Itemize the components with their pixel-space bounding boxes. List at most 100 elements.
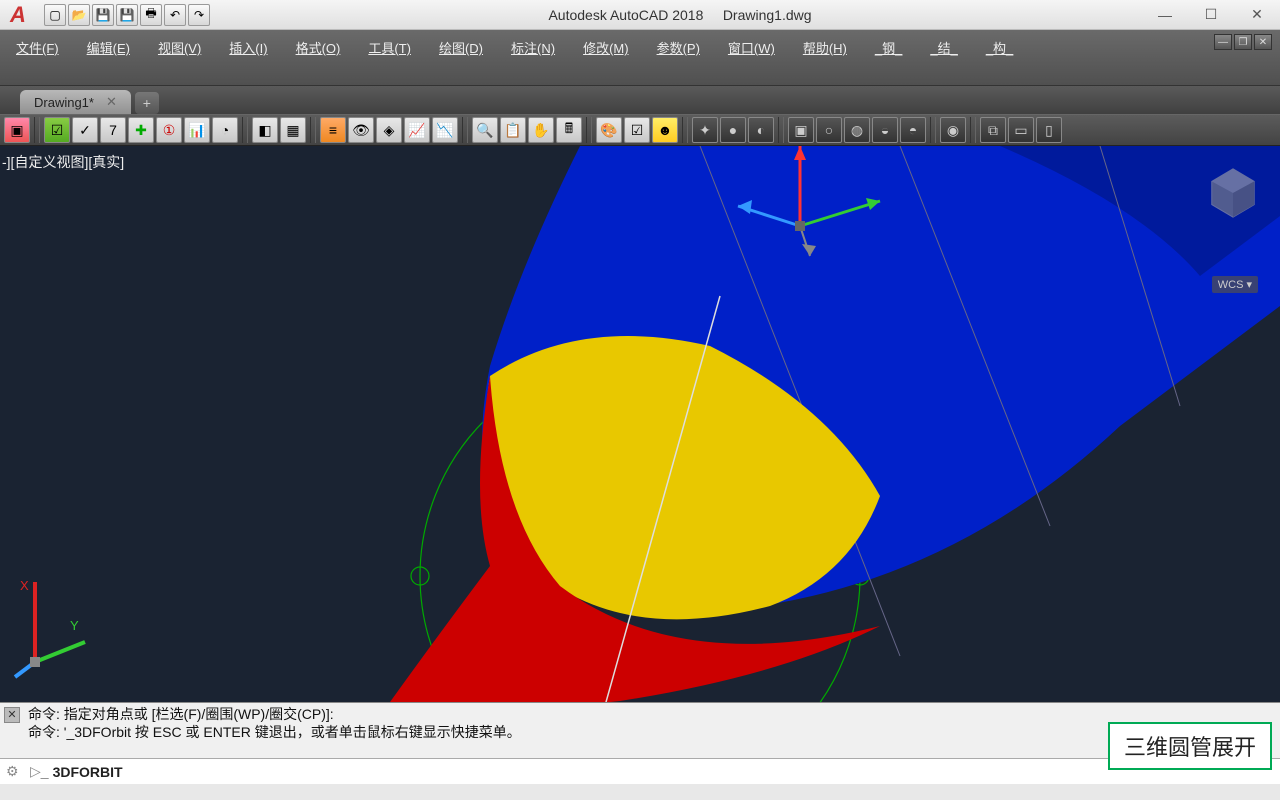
- tool-11[interactable]: ≡: [320, 117, 346, 143]
- command-settings-icon[interactable]: ⚙: [6, 763, 24, 781]
- document-tab-active[interactable]: Drawing1* ✕: [20, 90, 131, 114]
- tool-20[interactable]: 🎨: [596, 117, 622, 143]
- toolbar-separator: [34, 117, 40, 143]
- mdi-minimize[interactable]: —: [1214, 34, 1232, 50]
- menu-file[interactable]: 文件(F): [12, 36, 63, 59]
- tool-12[interactable]: 👁: [348, 117, 374, 143]
- main-toolbar: ▣ ☑ ✓ 7 ✚ ① 📊 ◔ ◧ ▦ ≡ 👁 ◈ 📈 📉 🔍 📋 ✋ 🖩 🎨 …: [0, 114, 1280, 146]
- toolbar-separator: [970, 117, 976, 143]
- maximize-button[interactable]: ☐: [1188, 0, 1234, 30]
- menu-dimension[interactable]: 标注(N): [507, 36, 559, 59]
- tool-2[interactable]: ☑: [44, 117, 70, 143]
- command-history: ✕ 命令: 指定对角点或 [栏选(F)/圈围(WP)/圈交(CP)]: 命令: …: [0, 702, 1280, 758]
- menu-tools[interactable]: 工具(T): [364, 36, 415, 59]
- toolbar-separator: [242, 117, 248, 143]
- qat-redo[interactable]: ↷: [188, 4, 210, 26]
- menu-window[interactable]: 窗口(W): [724, 36, 779, 59]
- ucs-y-label: Y: [70, 618, 79, 633]
- tool-3[interactable]: ✓: [72, 117, 98, 143]
- tab-close-icon[interactable]: ✕: [106, 94, 117, 110]
- toolbar-separator: [462, 117, 468, 143]
- menu-parametric[interactable]: 参数(P): [653, 36, 704, 59]
- tool-6[interactable]: ①: [156, 117, 182, 143]
- tool-24[interactable]: ●: [720, 117, 746, 143]
- command-line-1: 命令: 指定对角点或 [栏选(F)/圈围(WP)/圈交(CP)]:: [28, 705, 1274, 723]
- overlay-caption: 三维圆管展开: [1108, 722, 1272, 770]
- viewport-canvas[interactable]: [0, 146, 1280, 702]
- command-line-2: 命令: '_3DFOrbit 按 ESC 或 ENTER 键退出，或者单击鼠标右…: [28, 723, 1274, 741]
- window-title: Autodesk AutoCAD 2018 Drawing1.dwg: [218, 7, 1142, 23]
- quick-access-toolbar: ▢ 📂 💾 💾 🖶 ↶ ↷: [36, 4, 218, 26]
- tool-32[interactable]: ⧉: [980, 117, 1006, 143]
- menu-steel1[interactable]: _钢_: [871, 36, 906, 59]
- document-tab-bar: Drawing1* ✕ +: [0, 86, 1280, 114]
- viewcube[interactable]: [1204, 164, 1262, 222]
- qat-save[interactable]: 💾: [92, 4, 114, 26]
- tool-8[interactable]: ◔: [212, 117, 238, 143]
- menu-view[interactable]: 视图(V): [154, 36, 205, 59]
- tool-7[interactable]: 📊: [184, 117, 210, 143]
- tool-22[interactable]: ☻: [652, 117, 678, 143]
- title-bar: A ▢ 📂 💾 💾 🖶 ↶ ↷ Autodesk AutoCAD 2018 Dr…: [0, 0, 1280, 30]
- menu-insert[interactable]: 插入(I): [225, 36, 271, 59]
- qat-new[interactable]: ▢: [44, 4, 66, 26]
- minimize-button[interactable]: —: [1142, 0, 1188, 30]
- tool-33[interactable]: ▭: [1008, 117, 1034, 143]
- tool-10[interactable]: ▦: [280, 117, 306, 143]
- qat-undo[interactable]: ↶: [164, 4, 186, 26]
- qat-open[interactable]: 📂: [68, 4, 90, 26]
- qat-saveas[interactable]: 💾: [116, 4, 138, 26]
- app-logo[interactable]: A: [0, 0, 36, 30]
- ucs-x-label: X: [20, 578, 29, 593]
- tool-29[interactable]: ◒: [872, 117, 898, 143]
- wcs-dropdown[interactable]: WCS ▾: [1212, 276, 1258, 293]
- menu-format[interactable]: 格式(O): [292, 36, 345, 59]
- toolbar-separator: [930, 117, 936, 143]
- command-prompt: ▷_: [30, 763, 49, 780]
- tool-25[interactable]: ◐: [748, 117, 774, 143]
- tool-1[interactable]: ▣: [4, 117, 30, 143]
- menu-bar: 文件(F) 编辑(E) 视图(V) 插入(I) 格式(O) 工具(T) 绘图(D…: [0, 30, 1280, 86]
- tool-21[interactable]: ☑: [624, 117, 650, 143]
- tool-14[interactable]: 📈: [404, 117, 430, 143]
- tool-28[interactable]: ◍: [844, 117, 870, 143]
- command-input-row[interactable]: ⚙ ▷_ 3DFORBIT: [0, 758, 1280, 784]
- mdi-controls: — ❐ ✕: [1214, 34, 1272, 50]
- tool-9[interactable]: ◧: [252, 117, 278, 143]
- tool-19[interactable]: 🖩: [556, 117, 582, 143]
- toolbar-separator: [778, 117, 784, 143]
- mdi-restore[interactable]: ❐: [1234, 34, 1252, 50]
- tool-26[interactable]: ▣: [788, 117, 814, 143]
- tab-add-button[interactable]: +: [135, 92, 159, 114]
- mdi-close[interactable]: ✕: [1254, 34, 1272, 50]
- tool-4[interactable]: 7: [100, 117, 126, 143]
- qat-print[interactable]: 🖶: [140, 4, 162, 26]
- tool-15[interactable]: 📉: [432, 117, 458, 143]
- window-controls: — ☐ ✕: [1142, 0, 1280, 30]
- menu-steel3[interactable]: _构_: [982, 36, 1017, 59]
- toolbar-separator: [310, 117, 316, 143]
- tool-30[interactable]: ◓: [900, 117, 926, 143]
- tool-18[interactable]: ✋: [528, 117, 554, 143]
- tool-23[interactable]: ✦: [692, 117, 718, 143]
- menu-modify[interactable]: 修改(M): [579, 36, 633, 59]
- toolbar-separator: [586, 117, 592, 143]
- tool-5[interactable]: ✚: [128, 117, 154, 143]
- tool-34[interactable]: ▯: [1036, 117, 1062, 143]
- command-current: 3DFORBIT: [53, 764, 123, 780]
- ucs-icon[interactable]: X Y: [10, 572, 100, 682]
- tool-27[interactable]: ○: [816, 117, 842, 143]
- tool-31[interactable]: ◉: [940, 117, 966, 143]
- tool-13[interactable]: ◈: [376, 117, 402, 143]
- menu-help[interactable]: 帮助(H): [799, 36, 851, 59]
- tab-label: Drawing1*: [34, 95, 94, 110]
- tool-17[interactable]: 📋: [500, 117, 526, 143]
- command-close-icon[interactable]: ✕: [4, 707, 20, 723]
- doc-name: Drawing1.dwg: [723, 7, 812, 23]
- menu-edit[interactable]: 编辑(E): [83, 36, 134, 59]
- drawing-viewport[interactable]: -][自定义视图][真实]: [0, 146, 1280, 702]
- close-button[interactable]: ✕: [1234, 0, 1280, 30]
- menu-steel2[interactable]: _结_: [926, 36, 961, 59]
- tool-16[interactable]: 🔍: [472, 117, 498, 143]
- menu-draw[interactable]: 绘图(D): [435, 36, 487, 59]
